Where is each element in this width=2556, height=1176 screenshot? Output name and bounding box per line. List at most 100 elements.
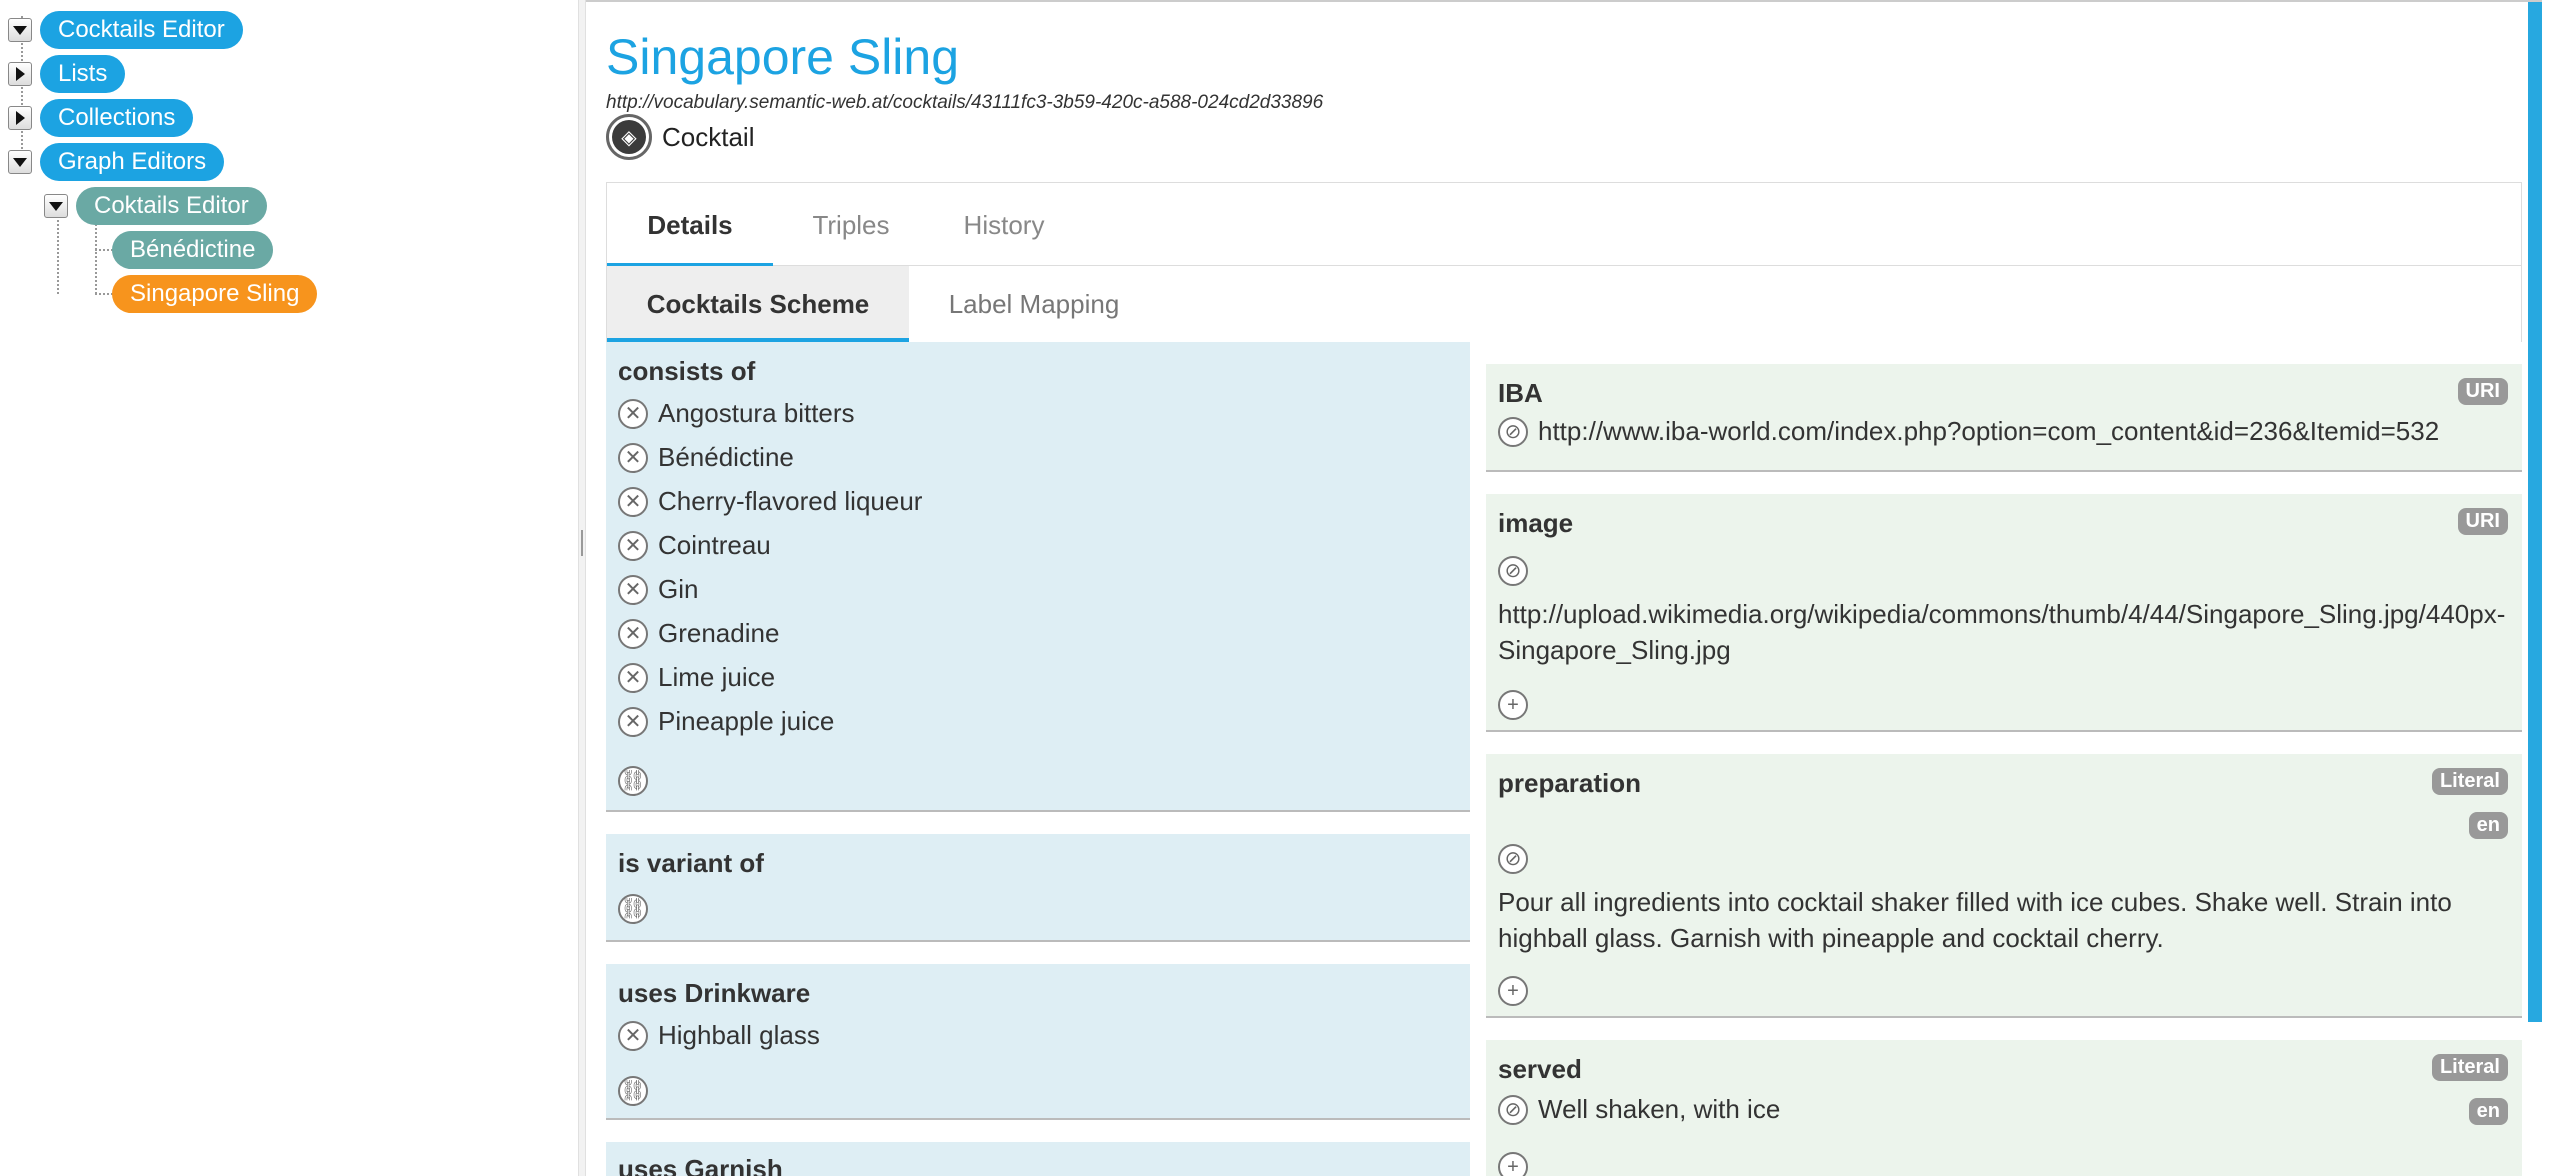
tab-bar: Details Triples History bbox=[606, 182, 2522, 267]
tab-triples[interactable]: Triples bbox=[773, 183, 929, 267]
remove-icon[interactable]: ✕ bbox=[618, 706, 648, 737]
collapse-arrow-icon bbox=[49, 201, 63, 211]
details-content: consists of ✕ Angostura bitters ✕ Bénédict… bbox=[606, 342, 2522, 1176]
scrollbar-thumb[interactable] bbox=[2528, 2, 2542, 1022]
value-text[interactable]: http://www.iba-world.com/index.php?optio… bbox=[1538, 416, 2439, 447]
value-text[interactable]: Well shaken, with ice bbox=[1538, 1094, 1780, 1125]
property-title: consists of bbox=[618, 356, 756, 386]
property-image: image URI ⊘ http://upload.wikimedia.org/… bbox=[1486, 494, 2522, 732]
tree-node-lists[interactable]: Lists bbox=[40, 55, 126, 93]
edit-icon[interactable]: ⊘ bbox=[1498, 844, 1528, 874]
list-item: ✕ Gin bbox=[618, 574, 698, 605]
expand-arrow-icon bbox=[15, 67, 25, 81]
property-iba: IBA URI ⊘ http://www.iba-world.com/index.… bbox=[1486, 364, 2522, 472]
list-item: ✕ Highball glass bbox=[618, 1020, 820, 1051]
add-link-row: ⛓ bbox=[618, 894, 648, 924]
remove-icon[interactable]: ✕ bbox=[618, 486, 648, 517]
uri-badge: URI bbox=[2457, 378, 2508, 405]
tree-node-cocktails-editor[interactable]: Cocktails Editor bbox=[40, 11, 243, 49]
remove-icon[interactable]: ✕ bbox=[618, 662, 648, 693]
panel-splitter[interactable] bbox=[578, 0, 586, 1176]
tab-details[interactable]: Details bbox=[607, 183, 773, 267]
attributes-column: IBA URI ⊘ http://www.iba-world.com/index.… bbox=[1486, 364, 2522, 1176]
edit-row: ⊘ bbox=[1498, 556, 1528, 586]
language-badge: en bbox=[2468, 812, 2508, 839]
expand-toggle-graph-editors[interactable] bbox=[8, 150, 32, 174]
tree-connector bbox=[57, 220, 59, 294]
subtab-cocktails-scheme[interactable]: Cocktails Scheme bbox=[607, 266, 909, 342]
list-item: ✕ Cointreau bbox=[618, 530, 771, 561]
language-badge: en bbox=[2468, 1098, 2508, 1125]
expand-arrow-icon bbox=[15, 111, 25, 125]
list-item: ✕ Cherry-flavored liqueur bbox=[618, 486, 922, 517]
item-label[interactable]: Bénédictine bbox=[658, 442, 794, 473]
add-icon[interactable]: + bbox=[1498, 690, 1528, 720]
item-label[interactable]: Gin bbox=[658, 574, 698, 605]
item-label[interactable]: Lime juice bbox=[658, 662, 775, 693]
tree-node-graph-editors[interactable]: Graph Editors bbox=[40, 143, 225, 181]
property-is-variant-of: is variant of ⛓ bbox=[606, 834, 1470, 942]
add-icon[interactable]: + bbox=[1498, 1152, 1528, 1176]
concept-type: ◈ Cocktail bbox=[606, 114, 754, 160]
property-uses-garnish: uses Garnish bbox=[606, 1142, 1470, 1176]
tree-node-collections[interactable]: Collections bbox=[40, 99, 194, 137]
link-icon[interactable]: ⛓ bbox=[618, 894, 648, 924]
item-label[interactable]: Cointreau bbox=[658, 530, 771, 561]
remove-icon[interactable]: ✕ bbox=[618, 574, 648, 605]
main-panel: Singapore Sling http://vocabulary.semant… bbox=[586, 0, 2542, 1176]
remove-icon[interactable]: ✕ bbox=[618, 1020, 648, 1051]
value-text-line[interactable]: Singapore_Sling.jpg bbox=[1498, 632, 1731, 668]
type-label: Cocktail bbox=[662, 121, 755, 152]
tree-node-singapore-sling[interactable]: Singapore Sling bbox=[112, 275, 318, 313]
tree-node-benedictine[interactable]: Bénédictine bbox=[112, 231, 274, 269]
value-row: ⊘ http://www.iba-world.com/index.php?opti… bbox=[1498, 416, 2439, 447]
subtab-bar: Cocktails Scheme Label Mapping bbox=[606, 266, 2522, 342]
expand-toggle-collections[interactable] bbox=[8, 106, 32, 130]
remove-icon[interactable]: ✕ bbox=[618, 618, 648, 649]
item-label[interactable]: Grenadine bbox=[658, 618, 779, 649]
concept-uri: http://vocabulary.semantic-web.at/cockta… bbox=[606, 92, 1324, 113]
uri-badge: URI bbox=[2457, 508, 2508, 535]
add-icon[interactable]: + bbox=[1498, 976, 1528, 1006]
item-label[interactable]: Cherry-flavored liqueur bbox=[658, 486, 922, 517]
value-text-line[interactable]: Pour all ingredients into cocktail shake… bbox=[1498, 884, 2452, 920]
property-served: served Literal en ⊘ Well shaken, with ice… bbox=[1486, 1040, 2522, 1176]
splitter-grip-icon bbox=[581, 530, 583, 556]
property-uses-drinkware: uses Drinkware ✕ Highball glass ⛓ bbox=[606, 964, 1470, 1120]
page-title: Singapore Sling bbox=[606, 29, 960, 85]
value-text-line[interactable]: http://upload.wikimedia.org/wikipedia/co… bbox=[1498, 596, 2505, 632]
list-item: ✕ Bénédictine bbox=[618, 442, 794, 473]
add-link-row: ⛓ bbox=[618, 766, 648, 796]
tree-node-coktails-editor[interactable]: Coktails Editor bbox=[76, 187, 267, 225]
link-icon[interactable]: ⛓ bbox=[618, 1076, 648, 1106]
property-title: uses Drinkware bbox=[618, 978, 811, 1008]
relations-column: consists of ✕ Angostura bitters ✕ Bénédict… bbox=[606, 342, 1470, 1176]
remove-icon[interactable]: ✕ bbox=[618, 442, 648, 473]
expand-toggle-coktails-editor[interactable] bbox=[44, 194, 68, 218]
edit-icon[interactable]: ⊘ bbox=[1498, 1094, 1528, 1125]
add-row: + bbox=[1498, 690, 1528, 720]
list-item: ✕ Pineapple juice bbox=[618, 706, 834, 737]
subtab-label-mapping[interactable]: Label Mapping bbox=[909, 266, 1159, 342]
tree-connector bbox=[95, 220, 97, 294]
literal-badge: Literal bbox=[2431, 768, 2508, 795]
expand-toggle-lists[interactable] bbox=[8, 62, 32, 86]
tab-history[interactable]: History bbox=[929, 183, 1079, 267]
collapse-arrow-icon bbox=[13, 157, 27, 167]
item-label[interactable]: Angostura bitters bbox=[658, 398, 855, 429]
expand-toggle-cocktails-editor[interactable] bbox=[8, 18, 32, 42]
item-label[interactable]: Highball glass bbox=[658, 1020, 820, 1051]
remove-icon[interactable]: ✕ bbox=[618, 398, 648, 429]
item-label[interactable]: Pineapple juice bbox=[658, 706, 834, 737]
remove-icon[interactable]: ✕ bbox=[618, 530, 648, 561]
link-icon[interactable]: ⛓ bbox=[618, 766, 648, 796]
value-row: ⊘ Well shaken, with ice bbox=[1498, 1094, 1780, 1125]
property-title: preparation bbox=[1498, 768, 1642, 798]
property-title: uses Garnish bbox=[618, 1154, 783, 1176]
property-title: is variant of bbox=[618, 848, 764, 878]
list-item: ✕ Angostura bitters bbox=[618, 398, 855, 429]
cocktail-type-icon: ◈ bbox=[606, 114, 652, 160]
edit-icon[interactable]: ⊘ bbox=[1498, 416, 1528, 447]
value-text-line[interactable]: highball glass. Garnish with pineapple a… bbox=[1498, 920, 2164, 956]
edit-icon[interactable]: ⊘ bbox=[1498, 556, 1528, 586]
